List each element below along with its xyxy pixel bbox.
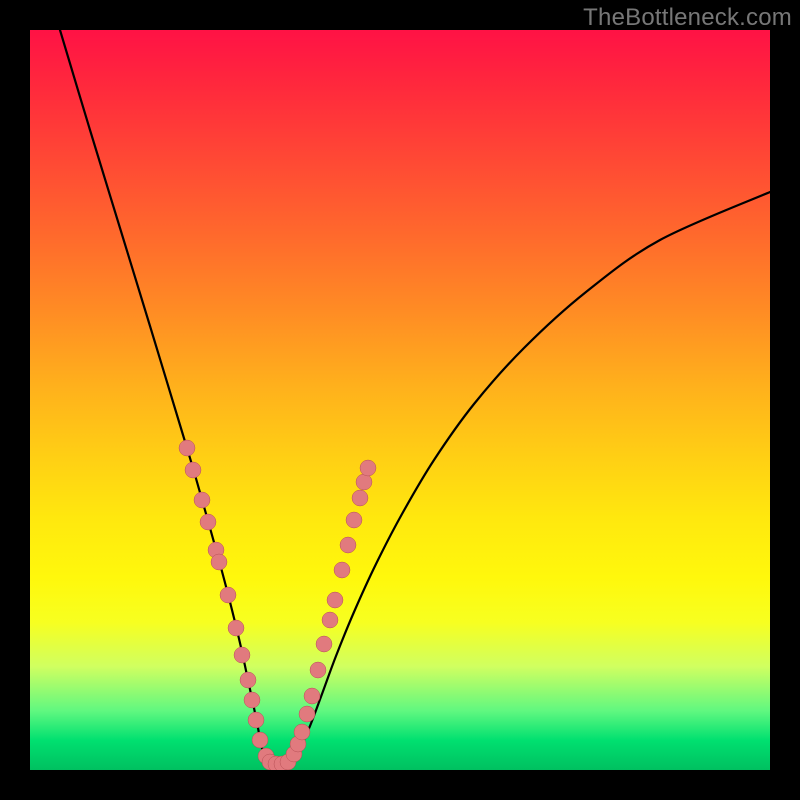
data-point (194, 492, 210, 508)
data-point (252, 732, 268, 748)
data-point (346, 512, 362, 528)
data-point (352, 490, 368, 506)
data-point (234, 647, 250, 663)
curve-markers (179, 440, 376, 770)
data-point (322, 612, 338, 628)
data-point (360, 460, 376, 476)
data-point (294, 724, 310, 740)
bottleneck-curve (60, 30, 770, 765)
data-point (327, 592, 343, 608)
data-point (200, 514, 216, 530)
chart-svg (30, 30, 770, 770)
data-point (185, 462, 201, 478)
data-point (340, 537, 356, 553)
data-point (356, 474, 372, 490)
data-point (316, 636, 332, 652)
data-point (299, 706, 315, 722)
data-point (220, 587, 236, 603)
data-point (248, 712, 264, 728)
data-point (310, 662, 326, 678)
data-point (228, 620, 244, 636)
watermark-text: TheBottleneck.com (583, 4, 792, 32)
data-point (304, 688, 320, 704)
chart-frame: TheBottleneck.com (0, 0, 800, 800)
data-point (211, 554, 227, 570)
data-point (240, 672, 256, 688)
data-point (334, 562, 350, 578)
data-point (244, 692, 260, 708)
data-point (179, 440, 195, 456)
